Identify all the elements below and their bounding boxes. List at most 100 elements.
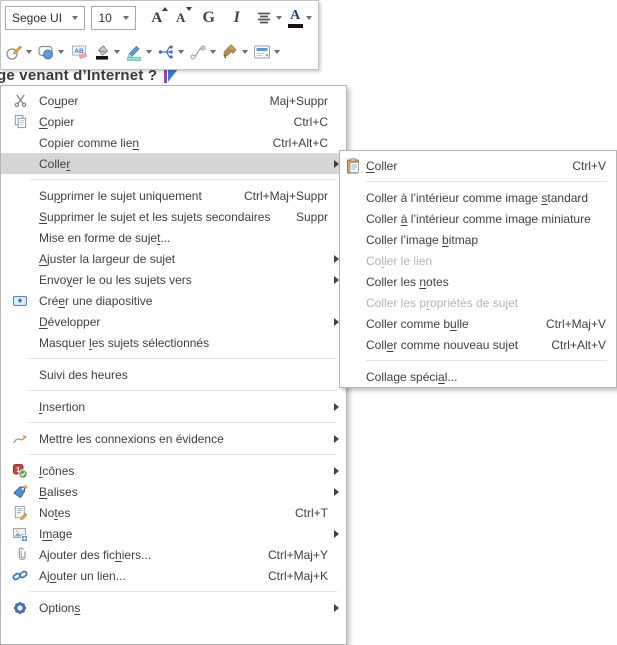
fill-bucket-icon bbox=[93, 43, 111, 61]
scissors-icon bbox=[1, 93, 39, 108]
fill-bucket-button[interactable] bbox=[93, 39, 123, 65]
chevron-down-icon bbox=[114, 50, 120, 54]
menu-separator bbox=[29, 454, 337, 455]
menu-item-coller-l-image-bitmap[interactable]: Coller l’image bitmap bbox=[340, 229, 616, 250]
pen-shape-button[interactable] bbox=[5, 39, 35, 65]
menu-item-shortcut: Suppr bbox=[296, 210, 338, 224]
menu-item-label: Envoyer le ou les sujets vers bbox=[39, 273, 192, 287]
alignment-button[interactable] bbox=[256, 5, 285, 31]
menu-item-mise-en-forme-de-sujet[interactable]: Mise en forme de sujet... bbox=[1, 227, 346, 248]
shrink-font-button[interactable]: A bbox=[170, 5, 192, 31]
shape-fill-button[interactable] bbox=[37, 39, 67, 65]
highlighter-icon bbox=[125, 43, 143, 61]
toolbar-row-1: Segoe UI 10 A A G I A bbox=[1, 1, 318, 35]
menu-separator bbox=[29, 358, 337, 359]
chevron-down-icon bbox=[146, 50, 152, 54]
grow-font-label: A bbox=[151, 10, 162, 27]
topic-style-button[interactable] bbox=[253, 39, 283, 65]
menu-item-copier-comme-lien[interactable]: Copier comme lienCtrl+Alt+C bbox=[1, 132, 346, 153]
relationship-button[interactable] bbox=[189, 39, 219, 65]
format-painter-button[interactable] bbox=[221, 39, 251, 65]
menu-item-notes[interactable]: Notes Ctrl+T bbox=[1, 502, 346, 523]
copy-icon bbox=[1, 114, 39, 129]
menu-item-label: Coller le lien bbox=[366, 254, 432, 268]
ab-format-button[interactable]: AB bbox=[69, 39, 91, 65]
submenu-arrow-icon bbox=[334, 403, 339, 411]
menu-item-mettre-les-connexions-en-evidence[interactable]: Mettre les connexions en évidence bbox=[1, 428, 346, 449]
chevron-down-icon bbox=[58, 50, 64, 54]
font-color-button[interactable]: A bbox=[288, 5, 314, 31]
font-size-combo[interactable]: 10 bbox=[91, 6, 135, 30]
font-family-combo[interactable]: Segoe UI bbox=[5, 6, 85, 30]
menu-item-shortcut: Ctrl+T bbox=[295, 506, 338, 520]
chevron-down-icon bbox=[26, 50, 32, 54]
menu-item-label: Supprimer le sujet uniquement bbox=[39, 189, 202, 203]
menu-item-label: Ajouter des fichiers... bbox=[39, 548, 151, 562]
format-toolbar: Segoe UI 10 A A G I A bbox=[0, 0, 319, 70]
menu-item-copier[interactable]: CopierCtrl+C bbox=[1, 111, 346, 132]
connections-icon bbox=[1, 431, 39, 447]
ab-format-icon: AB bbox=[71, 43, 89, 61]
menu-item-ajouter-un-lien[interactable]: Ajouter un lien... Ctrl+Maj+K bbox=[1, 565, 346, 586]
menu-item-envoyer-le-ou-les-sujets-vers[interactable]: Envoyer le ou les sujets vers bbox=[1, 269, 346, 290]
alignment-icon bbox=[255, 9, 273, 27]
connector-button[interactable] bbox=[157, 39, 187, 65]
menu-separator bbox=[29, 422, 337, 423]
menu-item-label: Développer bbox=[39, 315, 100, 329]
font-color-icon: A bbox=[288, 9, 303, 28]
menu-item-shortcut: Ctrl+Alt+C bbox=[273, 136, 338, 150]
menu-item-label: Notes bbox=[39, 506, 70, 520]
menu-item-couper[interactable]: CouperMaj+Suppr bbox=[1, 90, 346, 111]
menu-item-options[interactable]: Options bbox=[1, 597, 346, 618]
menu-item-shortcut: Ctrl+Maj+Y bbox=[268, 548, 338, 562]
grow-font-button[interactable]: A bbox=[146, 5, 168, 31]
gear-icon bbox=[1, 600, 39, 616]
menu-item-label: Collage spécial... bbox=[366, 370, 457, 384]
shrink-font-label: A bbox=[176, 10, 185, 26]
menu-item-balises[interactable]: Balises bbox=[1, 481, 346, 502]
bold-button[interactable]: G bbox=[198, 5, 220, 31]
menu-item-label: Suivi des heures bbox=[39, 368, 128, 382]
menu-item-coller-les-notes[interactable]: Coller les notes bbox=[340, 271, 616, 292]
menu-item-image[interactable]: Image bbox=[1, 523, 346, 544]
menu-item-label: Mettre les connexions en évidence bbox=[39, 432, 224, 446]
menu-item-suivi-des-heures[interactable]: Suivi des heures bbox=[1, 364, 346, 385]
link-icon bbox=[1, 568, 39, 584]
chevron-down-icon bbox=[123, 16, 129, 20]
menu-item-label: Supprimer le sujet et les sujets seconda… bbox=[39, 210, 270, 224]
menu-item-creer-une-diapositive[interactable]: Créer une diapositive bbox=[1, 290, 346, 311]
menu-item-label: Ajouter un lien... bbox=[39, 569, 126, 583]
menu-item-supprimer-le-sujet-et-les-sujets-secondair[interactable]: Supprimer le sujet et les sujets seconda… bbox=[1, 206, 346, 227]
image-plus-icon bbox=[1, 526, 39, 542]
menu-item-coller-comme-bulle[interactable]: Coller comme bulleCtrl+Maj+V bbox=[340, 313, 616, 334]
menu-item-coller-a-l-interieur-comme-image-miniature[interactable]: Coller à l’intérieur comme image miniatu… bbox=[340, 208, 616, 229]
chevron-down-icon bbox=[210, 50, 216, 54]
menu-item-label: Masquer les sujets sélectionnés bbox=[39, 336, 209, 350]
menu-item-supprimer-le-sujet-uniquement[interactable]: Supprimer le sujet uniquementCtrl+Maj+Su… bbox=[1, 185, 346, 206]
menu-item-masquer-les-sujets-selectionnes[interactable]: Masquer les sujets sélectionnés bbox=[1, 332, 346, 353]
slide-plus-icon bbox=[1, 293, 39, 309]
submenu-arrow-icon bbox=[334, 604, 339, 612]
menu-item-shortcut: Ctrl+V bbox=[572, 159, 608, 173]
menu-item-label: Options bbox=[39, 601, 80, 615]
menu-item-coller[interactable]: Coller bbox=[1, 153, 346, 174]
menu-item-insertion[interactable]: Insertion bbox=[1, 396, 346, 417]
menu-item-coller-a-l-interieur-comme-image-standard[interactable]: Coller à l’intérieur comme image standar… bbox=[340, 187, 616, 208]
menu-item-coller-comme-nouveau-sujet[interactable]: Coller comme nouveau sujetCtrl+Alt+V bbox=[340, 334, 616, 355]
menu-item-coller[interactable]: CollerCtrl+V bbox=[340, 155, 616, 176]
menu-item-collage-special[interactable]: Collage spécial... bbox=[340, 366, 616, 387]
menu-item-label: Créer une diapositive bbox=[39, 294, 152, 308]
menu-item-shortcut: Ctrl+Maj+K bbox=[268, 569, 338, 583]
menu-item-label: Coller bbox=[39, 157, 70, 171]
chevron-down-icon bbox=[242, 50, 248, 54]
highlighter-button[interactable] bbox=[125, 39, 155, 65]
italic-label: I bbox=[234, 9, 240, 27]
submenu-arrow-icon bbox=[334, 530, 339, 538]
menu-item-label: Image bbox=[39, 527, 72, 541]
chevron-down-icon bbox=[274, 50, 280, 54]
menu-item-icones[interactable]: 1Icônes bbox=[1, 460, 346, 481]
menu-item-developper[interactable]: Développer bbox=[1, 311, 346, 332]
italic-button[interactable]: I bbox=[226, 5, 248, 31]
menu-item-ajuster-la-largeur-de-sujet[interactable]: Ajuster la largeur de sujet bbox=[1, 248, 346, 269]
menu-item-ajouter-des-fichiers[interactable]: Ajouter des fichiers... Ctrl+Maj+Y bbox=[1, 544, 346, 565]
